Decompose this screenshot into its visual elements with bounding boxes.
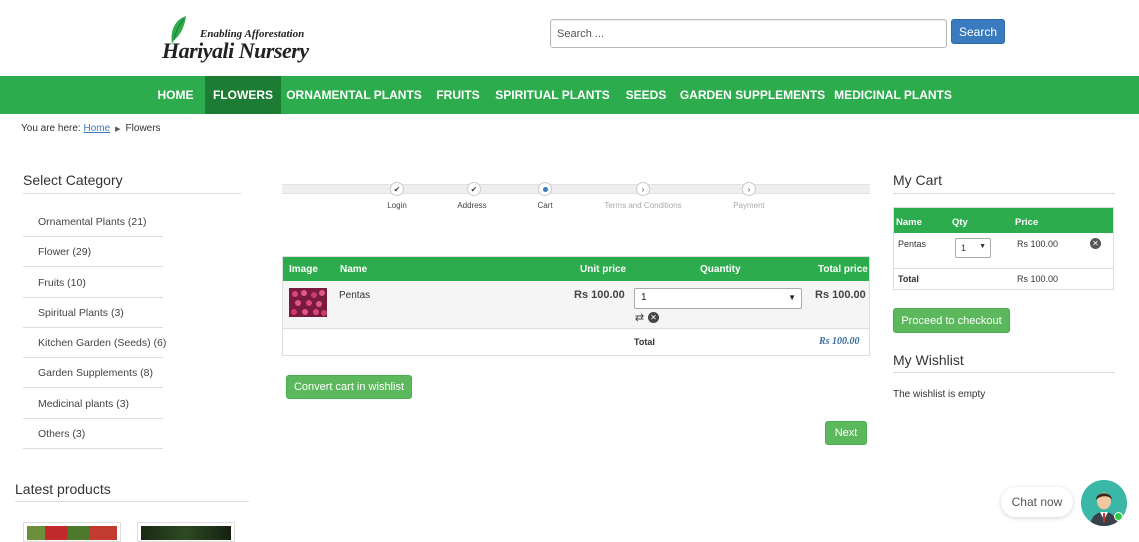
- site-logo[interactable]: Enabling Afforestation Hariyali Nursery: [162, 14, 322, 66]
- divider: [893, 372, 1115, 373]
- search-input[interactable]: [550, 19, 947, 48]
- breadcrumb-separator-icon: ▶: [115, 125, 121, 133]
- product-image: [141, 526, 231, 540]
- divider: [23, 193, 241, 194]
- step-login[interactable]: Login: [387, 201, 407, 210]
- main-nav: HOME FLOWERS ORNAMENTAL PLANTS FRUITS SP…: [0, 76, 1139, 114]
- category-flower[interactable]: Flower (29): [23, 237, 163, 267]
- chat-now-button[interactable]: Chat now: [1001, 487, 1073, 517]
- cart-table-header: Image Name Unit price Quantity Total pri…: [283, 257, 869, 281]
- nav-fruits[interactable]: FRUITS: [428, 76, 488, 114]
- category-kitchen-garden[interactable]: Kitchen Garden (Seeds) (6): [23, 328, 166, 358]
- step-cart: Cart: [537, 201, 553, 210]
- mini-cart-table: Name Qty Price Pentas 1 ▼ Rs 100.00 ✕ To…: [893, 207, 1114, 290]
- category-garden-supplements[interactable]: Garden Supplements (8): [23, 358, 163, 388]
- mini-cart-total-label: Total: [898, 274, 919, 284]
- mini-cart-qty-select[interactable]: 1 ▼: [955, 238, 991, 258]
- step-terms: Terms and Conditions: [604, 201, 682, 210]
- col-qty: Qty: [952, 217, 968, 228]
- mini-cart-total-value: Rs 100.00: [1017, 274, 1059, 284]
- latest-products-title: Latest products: [15, 481, 111, 497]
- nav-ornamental-plants[interactable]: ORNAMENTAL PLANTS: [285, 76, 423, 114]
- product-image: [27, 526, 117, 540]
- nav-seeds[interactable]: SEEDS: [618, 76, 674, 114]
- next-button[interactable]: Next: [825, 421, 867, 445]
- my-cart-title: My Cart: [893, 172, 942, 188]
- category-fruits[interactable]: Fruits (10): [23, 268, 163, 298]
- col-total-price: Total price: [818, 264, 868, 275]
- dot-icon: [538, 182, 552, 196]
- total-label: Total: [634, 337, 655, 347]
- search-button[interactable]: Search: [951, 19, 1005, 44]
- chat-agent-avatar[interactable]: [1081, 480, 1127, 526]
- col-unit-price: Unit price: [580, 264, 627, 275]
- check-icon: ✔: [390, 182, 404, 196]
- divider: [15, 501, 249, 502]
- nav-garden-supplements[interactable]: GARDEN SUPPLEMENTS: [678, 76, 827, 114]
- check-icon: ✔: [467, 182, 481, 196]
- refresh-icon[interactable]: ⇄: [634, 312, 645, 324]
- category-ornamental-plants[interactable]: Ornamental Plants (21): [23, 207, 163, 237]
- chevron-down-icon: ▼: [788, 293, 796, 302]
- nav-home[interactable]: HOME: [150, 76, 201, 114]
- col-name: Name: [340, 264, 368, 275]
- my-wishlist-title: My Wishlist: [893, 352, 964, 368]
- cart-total-value: Rs 100.00: [819, 336, 860, 347]
- chevron-right-icon: ›: [742, 182, 756, 196]
- mini-cart-header: Name Qty Price: [894, 208, 1113, 233]
- quantity-select[interactable]: 1 ▼: [634, 288, 802, 309]
- step-payment: Payment: [733, 201, 765, 210]
- chevron-right-icon: ›: [636, 182, 650, 196]
- select-category-title: Select Category: [23, 172, 123, 188]
- checkout-steps-bar: [282, 184, 870, 194]
- divider: [893, 193, 1115, 194]
- row-total-price: Rs 100.00: [815, 289, 866, 301]
- nav-medicinal-plants[interactable]: MEDICINAL PLANTS: [831, 76, 955, 114]
- breadcrumb: You are here: Home ▶ Flowers: [21, 123, 161, 134]
- breadcrumb-prefix: You are here:: [21, 123, 81, 134]
- breadcrumb-current: Flowers: [125, 123, 161, 134]
- col-price: Price: [1015, 217, 1039, 228]
- product-name[interactable]: Pentas: [339, 290, 370, 301]
- latest-product-thumbnail[interactable]: [23, 522, 121, 542]
- col-name: Name: [896, 217, 922, 228]
- col-quantity: Quantity: [700, 264, 741, 275]
- divider: [894, 268, 1113, 269]
- quantity-value: 1: [641, 292, 647, 303]
- col-image: Image: [289, 264, 318, 275]
- latest-product-thumbnail[interactable]: [137, 522, 235, 542]
- cart-table: Image Name Unit price Quantity Total pri…: [282, 256, 870, 356]
- product-image[interactable]: [289, 288, 327, 317]
- mini-cart-qty-value: 1: [961, 243, 967, 253]
- proceed-to-checkout-button[interactable]: Proceed to checkout: [893, 308, 1010, 333]
- breadcrumb-home-link[interactable]: Home: [83, 123, 110, 134]
- mini-cart-item-name[interactable]: Pentas: [898, 239, 926, 249]
- remove-icon[interactable]: ✕: [1090, 238, 1101, 249]
- step-address[interactable]: Address: [457, 201, 486, 210]
- nav-flowers[interactable]: FLOWERS: [205, 76, 281, 114]
- unit-price: Rs 100.00: [574, 289, 625, 301]
- mini-cart-item-price: Rs 100.00: [1017, 239, 1059, 249]
- chevron-down-icon: ▼: [979, 243, 986, 250]
- convert-to-wishlist-button[interactable]: Convert cart in wishlist: [286, 375, 412, 399]
- wishlist-empty-text: The wishlist is empty: [893, 389, 986, 400]
- remove-icon[interactable]: ✕: [648, 312, 659, 323]
- logo-brand: Hariyali Nursery: [162, 38, 309, 63]
- table-row: Pentas Rs 100.00 1 ▼ ⇄ ✕ Rs 100.00: [283, 281, 869, 329]
- online-status-icon: [1114, 512, 1123, 521]
- nav-spiritual-plants[interactable]: SPIRITUAL PLANTS: [492, 76, 613, 114]
- category-others[interactable]: Others (3): [23, 419, 163, 449]
- category-spiritual-plants[interactable]: Spiritual Plants (3): [23, 298, 163, 328]
- category-medicinal-plants[interactable]: Medicinal plants (3): [23, 389, 163, 419]
